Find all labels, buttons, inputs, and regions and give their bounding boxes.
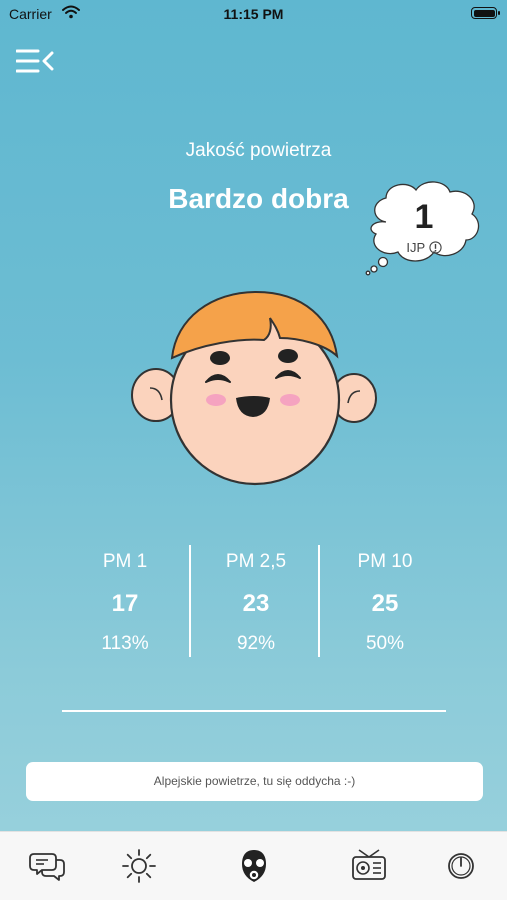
right-eye-top [278, 349, 298, 363]
left-eye-top [210, 351, 230, 365]
pm-percent: 92% [236, 633, 276, 654]
message-box: Alpejskie powietrze, tu się oddycha :-) [26, 762, 483, 801]
radio-icon[interactable] [349, 846, 389, 886]
pm-column: PM 2,5 23 92% [191, 545, 321, 657]
air-quality-label: Jakość powietrza [185, 140, 332, 161]
pm-value: 25 [371, 590, 399, 617]
pm-name: PM 2,5 [225, 551, 287, 572]
info-icon[interactable] [428, 241, 442, 254]
sun-icon[interactable] [119, 846, 159, 886]
ijp-index-label: IJP [394, 240, 454, 255]
gas-mask-icon[interactable] [234, 846, 274, 886]
chat-icon[interactable] [28, 846, 68, 886]
pm-percent: 113% [101, 633, 149, 654]
left-cheek [206, 394, 226, 406]
clock: 11:15 PM [223, 6, 284, 22]
pm-value: 23 [242, 590, 270, 617]
pm-percent: 50% [365, 633, 405, 654]
pollutant-table: PM 1 17 113% PM 2,5 23 92% PM 10 25 50% [60, 545, 450, 657]
power-icon[interactable] [441, 846, 481, 886]
pm-name: PM 10 [357, 551, 413, 572]
battery-icon [471, 7, 500, 19]
right-cheek [280, 394, 300, 406]
happy-face-illustration [131, 290, 377, 486]
menu-collapse-icon[interactable] [16, 47, 54, 75]
pm-column: PM 10 25 50% [320, 545, 450, 657]
pm-value: 17 [111, 590, 139, 617]
separator-line [62, 710, 446, 712]
pm-name: PM 1 [102, 551, 148, 572]
ijp-cloud[interactable]: 1 IJP [364, 178, 484, 278]
status-bar: Carrier 11:15 PM [0, 0, 507, 28]
pm-column: PM 1 17 113% [60, 545, 190, 657]
app-screen: Carrier 11:15 PM Jakość powietrza Bardzo… [0, 0, 507, 900]
tab-bar [0, 831, 507, 900]
ijp-label-text: IJP [406, 240, 425, 255]
ijp-index-value: 1 [414, 198, 434, 236]
